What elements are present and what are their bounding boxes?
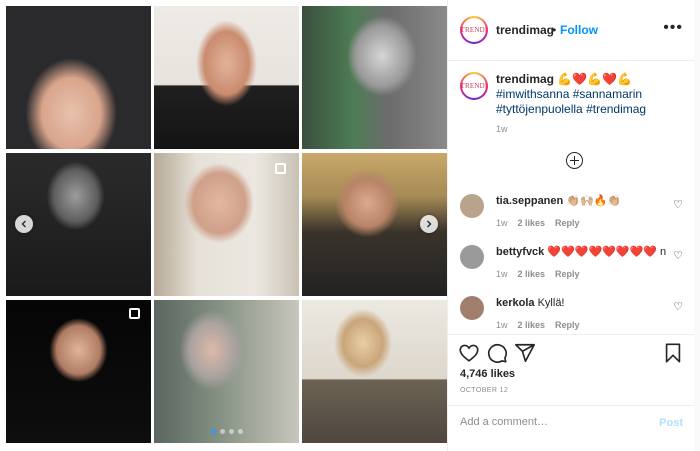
chevron-right-icon[interactable] bbox=[420, 215, 438, 233]
instagram-post-modal: TRENDI trendimag • Follow ••• TRENDI tre… bbox=[0, 0, 700, 451]
comment-icon[interactable] bbox=[486, 342, 508, 364]
comment-meta: 1w 2 likes Reply bbox=[496, 320, 580, 330]
comment-time: 1w bbox=[496, 218, 508, 228]
more-horizontal-icon[interactable]: ••• bbox=[663, 20, 683, 36]
header-separator: • bbox=[552, 23, 557, 37]
comment-username[interactable]: tia.seppanen bbox=[496, 195, 563, 207]
follow-button[interactable]: Follow bbox=[560, 23, 598, 37]
carousel-dot bbox=[219, 429, 225, 434]
plus-circle-icon[interactable] bbox=[566, 152, 583, 169]
comment-text-line: bettyfvck ❤️❤️❤️❤️❤️❤️❤️❤️ naiset bbox=[496, 245, 666, 259]
collage-photo bbox=[6, 300, 151, 443]
heart-icon[interactable] bbox=[458, 342, 480, 364]
heart-icon[interactable]: ♡ bbox=[673, 198, 683, 211]
comment-body: ❤️❤️❤️❤️❤️❤️❤️❤️ naiset bbox=[547, 246, 666, 258]
comment-likes[interactable]: 2 likes bbox=[518, 320, 546, 330]
comment-item: tia.seppanen 👏🏼🙌🏼🔥👏🏼 1w 2 likes Reply ♡ bbox=[448, 192, 695, 232]
reply-button[interactable]: Reply bbox=[555, 320, 580, 330]
comment-likes[interactable]: 2 likes bbox=[518, 269, 546, 279]
comment-item: bettyfvck ❤️❤️❤️❤️❤️❤️❤️❤️ naiset 1w 2 l… bbox=[448, 243, 695, 283]
carousel-dot-active bbox=[210, 429, 216, 434]
post-caption: trendimag 💪❤️💪❤️💪 #imwithsanna #sannamar… bbox=[496, 72, 686, 117]
caption-avatar[interactable]: TRENDI bbox=[460, 72, 488, 100]
avatar[interactable] bbox=[460, 296, 484, 320]
comment-body: Kyllä! bbox=[537, 297, 565, 309]
collage-photo bbox=[154, 153, 299, 296]
avatar[interactable]: TRENDI bbox=[460, 16, 488, 44]
carousel-dots bbox=[210, 429, 243, 434]
chevron-left-icon[interactable] bbox=[15, 215, 33, 233]
multi-photo-icon bbox=[275, 163, 289, 177]
likes-count[interactable]: 4,746 likes bbox=[460, 368, 515, 380]
comment-username[interactable]: kerkola bbox=[496, 297, 535, 309]
post-header: TRENDI trendimag • Follow ••• bbox=[448, 0, 695, 61]
comment-item: kerkola Kyllä! 1w 2 likes Reply ♡ bbox=[448, 294, 695, 334]
collage-photo bbox=[302, 300, 447, 443]
avatar[interactable] bbox=[460, 245, 484, 269]
comment-likes[interactable]: 2 likes bbox=[518, 218, 546, 228]
collage-photo bbox=[302, 6, 447, 149]
carousel-dot bbox=[228, 429, 234, 434]
header-username[interactable]: trendimag bbox=[496, 23, 554, 37]
comment-time: 1w bbox=[496, 269, 508, 279]
caption-hashtags[interactable]: #imwithsanna #sannamarin #tyttöjenpuolel… bbox=[496, 87, 646, 116]
heart-icon[interactable]: ♡ bbox=[673, 300, 683, 313]
post-date: OCTOBER 12 bbox=[460, 387, 509, 394]
carousel-dot bbox=[237, 429, 243, 434]
post-button[interactable]: Post bbox=[659, 417, 683, 429]
comment-text-line: kerkola Kyllä! bbox=[496, 296, 666, 310]
comment-time: 1w bbox=[496, 320, 508, 330]
comment-body: 👏🏼🙌🏼🔥👏🏼 bbox=[566, 195, 622, 207]
action-bar bbox=[458, 342, 686, 364]
caption-text: 💪❤️💪❤️💪 bbox=[557, 72, 633, 86]
photo-collage bbox=[6, 6, 447, 445]
reply-button[interactable]: Reply bbox=[555, 218, 580, 228]
caption-time: 1w bbox=[496, 124, 508, 134]
comment-meta: 1w 2 likes Reply bbox=[496, 218, 580, 228]
post-media[interactable] bbox=[0, 0, 447, 451]
heart-icon[interactable]: ♡ bbox=[673, 249, 683, 262]
add-comment-bar: Post bbox=[448, 405, 695, 444]
post-side-panel: TRENDI trendimag • Follow ••• TRENDI tre… bbox=[447, 0, 695, 451]
send-icon[interactable] bbox=[514, 342, 536, 364]
collage-photo bbox=[154, 6, 299, 149]
comment-meta: 1w 2 likes Reply bbox=[496, 269, 580, 279]
reply-button[interactable]: Reply bbox=[555, 269, 580, 279]
bookmark-icon[interactable] bbox=[662, 342, 684, 364]
multi-photo-icon bbox=[129, 308, 143, 322]
avatar-logo-text: TRENDI bbox=[460, 26, 488, 34]
add-comment-input[interactable] bbox=[460, 416, 640, 428]
collage-photo bbox=[154, 300, 299, 443]
comment-text-line: tia.seppanen 👏🏼🙌🏼🔥👏🏼 bbox=[496, 194, 666, 208]
avatar[interactable] bbox=[460, 194, 484, 218]
divider bbox=[448, 334, 695, 335]
comment-username[interactable]: bettyfvck bbox=[496, 246, 544, 258]
caption-username[interactable]: trendimag bbox=[496, 72, 554, 86]
scrollbar[interactable] bbox=[694, 0, 700, 451]
avatar-logo-text: TRENDI bbox=[460, 82, 488, 90]
collage-photo bbox=[6, 6, 151, 149]
